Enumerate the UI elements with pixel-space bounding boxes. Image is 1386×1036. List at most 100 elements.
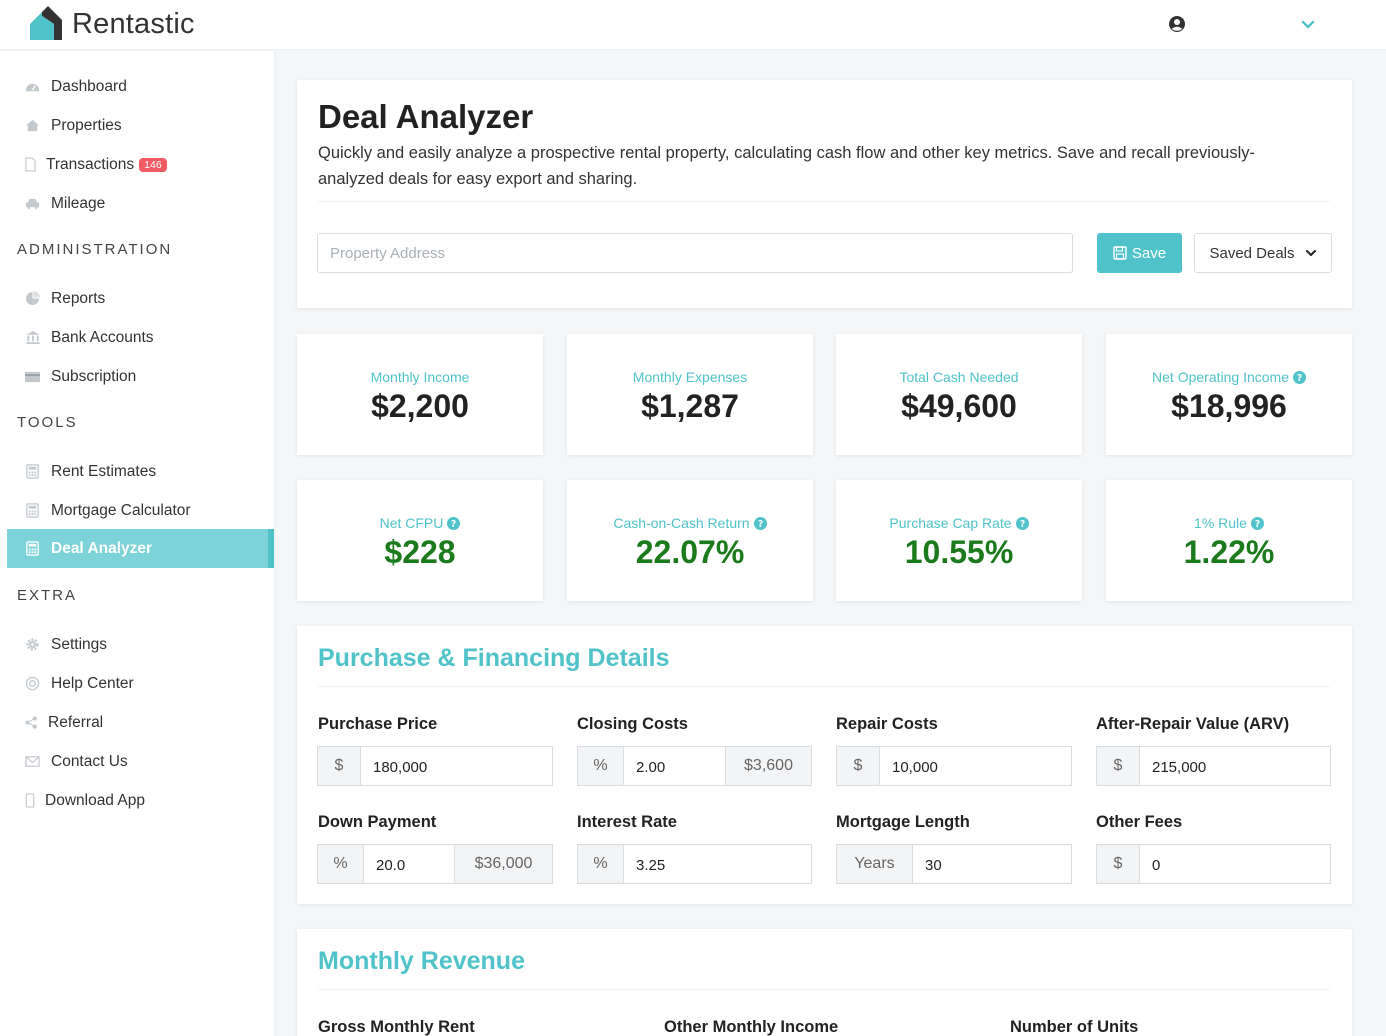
other-fees-input[interactable]: 0 [1140, 845, 1330, 883]
sidebar-item-contact-us[interactable]: Contact Us [7, 742, 274, 781]
metric-value: $1,287 [641, 388, 739, 424]
metric-card-monthly-income: Monthly Income $2,200 [297, 334, 543, 455]
svg-text:?: ? [1297, 373, 1302, 384]
purchase-price-input[interactable]: 180,000 [361, 747, 552, 785]
sidebar-item-label: Bank Accounts [51, 328, 154, 346]
bank-icon [25, 330, 41, 345]
down-payment-amount: $36,000 [454, 845, 552, 883]
top-bar: Rentastic [0, 0, 1386, 50]
down-payment-field[interactable]: % 20.0 $36,000 [317, 844, 553, 884]
info-question-icon[interactable]: ? [1015, 516, 1029, 530]
interest-rate-field[interactable]: % 3.25 [577, 844, 812, 884]
sidebar-item-label: Rent Estimates [51, 462, 157, 480]
divider [318, 989, 1330, 990]
sidebar-item-mortgage-calculator[interactable]: Mortgage Calculator [7, 491, 274, 530]
purchase-financing-card: Purchase & Financing Details Purchase Pr… [297, 626, 1352, 904]
purchase-price-label: Purchase Price [318, 715, 438, 733]
metric-value: 1.22% [1183, 534, 1275, 570]
mortgage-length-input[interactable]: 30 [913, 845, 1071, 883]
closing-costs-input[interactable]: 2.00 [624, 747, 725, 785]
repair-costs-field[interactable]: $ 10,000 [836, 746, 1072, 786]
saved-deals-dropdown[interactable]: Saved Deals [1194, 233, 1332, 273]
car-icon [25, 196, 40, 211]
sidebar-item-transactions[interactable]: Transactions 146 [7, 145, 274, 184]
deal-analyzer-header-card: Deal Analyzer Quickly and easily analyze… [297, 80, 1352, 308]
logo[interactable]: Rentastic [28, 6, 195, 42]
metric-card-cash-on-cash-return: Cash-on-Cash Return ? 22.07% [567, 480, 813, 601]
sidebar-item-subscription[interactable]: Subscription [7, 357, 274, 396]
metric-value: $18,996 [1171, 388, 1287, 424]
closing-costs-field[interactable]: % 2.00 $3,600 [577, 746, 812, 786]
pie-chart-icon [25, 291, 40, 306]
sidebar-item-label: Settings [51, 635, 108, 653]
sidebar-item-settings[interactable]: Settings [7, 625, 274, 664]
metric-card-one-percent-rule: 1% Rule ? 1.22% [1106, 480, 1352, 601]
sidebar-item-label: Transactions [46, 155, 135, 173]
sidebar-item-download-app[interactable]: Download App [7, 781, 274, 820]
sidebar-item-reports[interactable]: Reports [7, 279, 274, 318]
transactions-count-badge: 146 [139, 157, 167, 172]
section-title: Monthly Revenue [318, 947, 525, 975]
sidebar-item-mileage[interactable]: Mileage [7, 184, 274, 223]
metric-label: Net Operating Income ? [1106, 369, 1352, 385]
metric-card-total-cash-needed: Total Cash Needed $49,600 [836, 334, 1082, 455]
metric-label: Net CFPU ? [297, 515, 543, 531]
envelope-icon [25, 754, 40, 769]
sidebar-item-label: Help Center [51, 674, 134, 692]
monthly-revenue-card: Monthly Revenue Gross Monthly Rent Other… [297, 929, 1352, 1036]
info-question-icon[interactable]: ? [753, 516, 767, 530]
save-button[interactable]: Save [1097, 233, 1182, 273]
info-question-icon[interactable]: ? [447, 516, 461, 530]
interest-rate-input[interactable]: 3.25 [624, 845, 811, 883]
share-icon [25, 715, 38, 730]
percent-addon: % [578, 845, 624, 883]
file-icon [25, 157, 36, 172]
metric-value: 10.55% [904, 534, 1014, 570]
down-payment-input[interactable]: 20.0 [364, 845, 454, 883]
sidebar-item-label: Deal Analyzer [51, 539, 153, 557]
sidebar: Dashboard Properties Transactions 146 Mi… [0, 51, 275, 1036]
svg-text:?: ? [451, 519, 456, 530]
purchase-price-field[interactable]: $ 180,000 [317, 746, 553, 786]
chevron-down-icon[interactable] [1300, 17, 1316, 33]
sidebar-item-referral[interactable]: Referral [7, 703, 274, 742]
floppy-disk-icon [1113, 246, 1127, 260]
sidebar-item-rent-estimates[interactable]: Rent Estimates [7, 452, 274, 491]
administration-section-title: ADMINISTRATION [17, 241, 173, 258]
section-title: Purchase & Financing Details [318, 644, 670, 672]
repair-costs-input[interactable]: 10,000 [880, 747, 1071, 785]
chevron-down-icon [1305, 250, 1316, 256]
divider [318, 686, 1330, 687]
metric-value: $228 [384, 534, 456, 570]
sidebar-item-help-center[interactable]: Help Center [7, 664, 274, 703]
sidebar-item-dashboard[interactable]: Dashboard [7, 67, 274, 106]
metric-label: Monthly Expenses [632, 369, 748, 385]
info-question-icon[interactable]: ? [1250, 516, 1264, 530]
gear-icon [25, 637, 40, 652]
mortgage-length-field[interactable]: Years 30 [836, 844, 1072, 884]
sidebar-item-properties[interactable]: Properties [7, 106, 274, 145]
sidebar-item-label: Dashboard [51, 77, 127, 95]
sidebar-item-deal-analyzer[interactable]: Deal Analyzer [7, 529, 274, 568]
property-address-input[interactable] [317, 233, 1073, 273]
home-icon [25, 118, 40, 133]
info-question-icon[interactable]: ? [1292, 370, 1306, 384]
sidebar-item-label: Reports [51, 289, 106, 307]
user-icon[interactable] [1168, 15, 1186, 33]
metric-label: Monthly Income [370, 369, 470, 385]
mobile-icon [25, 793, 35, 808]
interest-rate-label: Interest Rate [577, 813, 677, 831]
logo-house-icon [30, 6, 62, 40]
repair-costs-label: Repair Costs [836, 715, 938, 733]
arv-field[interactable]: $ 215,000 [1096, 746, 1331, 786]
closing-costs-label: Closing Costs [577, 715, 688, 733]
metric-card-monthly-expenses: Monthly Expenses $1,287 [567, 334, 813, 455]
other-fees-field[interactable]: $ 0 [1096, 844, 1331, 884]
sidebar-item-bank-accounts[interactable]: Bank Accounts [7, 318, 274, 357]
dashboard-icon [25, 79, 40, 94]
metric-label: Cash-on-Cash Return ? [567, 515, 813, 531]
metric-card-purchase-cap-rate: Purchase Cap Rate ? 10.55% [836, 480, 1082, 601]
svg-text:?: ? [1255, 519, 1260, 530]
arv-input[interactable]: 215,000 [1140, 747, 1330, 785]
currency-addon: $ [318, 747, 361, 785]
